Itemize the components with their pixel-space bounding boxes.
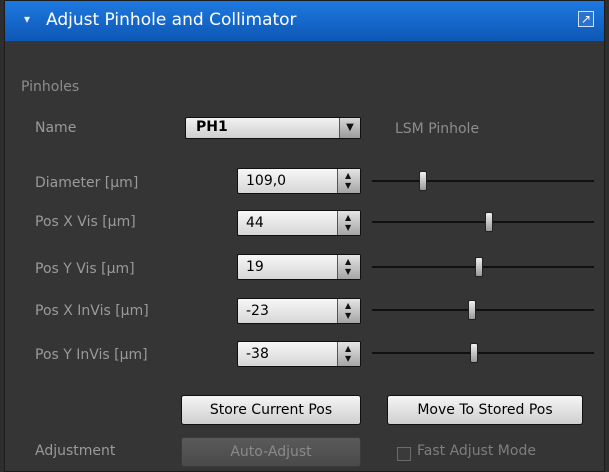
pos-y-invis-value: -38 [246, 346, 269, 362]
spin-down-icon[interactable]: ▼ [345, 268, 351, 276]
adjust-pinhole-panel: ▾ Adjust Pinhole and Collimator ↗ Pinhol… [4, 0, 605, 472]
section-title-pinholes: Pinholes [21, 79, 80, 95]
slider-track [372, 309, 594, 311]
pos-x-vis-label: Pos X Vis [µm] [35, 214, 136, 230]
diameter-label: Diameter [µm] [35, 175, 139, 191]
pos-x-invis-value: -23 [246, 303, 269, 319]
slider-thumb[interactable] [470, 343, 478, 363]
pinhole-select-value: PH1 [196, 119, 228, 135]
fast-adjust-checkbox[interactable] [397, 447, 411, 461]
panel-title: Adjust Pinhole and Collimator [46, 10, 297, 30]
spin-down-icon[interactable]: ▼ [345, 355, 351, 363]
spin-up-icon[interactable]: ▲ [345, 345, 351, 353]
slider-thumb[interactable] [485, 212, 493, 232]
pinhole-select[interactable]: PH1 ▼ [185, 117, 361, 139]
spin-down-icon[interactable]: ▼ [345, 224, 351, 232]
slider-track [372, 266, 594, 268]
pos-y-invis-spinbox[interactable]: -38 ▲ ▼ [237, 341, 361, 367]
diameter-slider[interactable] [372, 171, 594, 191]
pos-x-vis-value: 44 [246, 215, 264, 231]
spin-up-icon[interactable]: ▲ [345, 302, 351, 310]
pos-y-vis-spinbox[interactable]: 19 ▲ ▼ [237, 254, 361, 280]
spin-up-icon[interactable]: ▲ [345, 258, 351, 266]
spin-down-icon[interactable]: ▼ [345, 182, 351, 190]
spin-down-icon[interactable]: ▼ [345, 312, 351, 320]
store-current-pos-button[interactable]: Store Current Pos [181, 395, 361, 425]
slider-track [372, 180, 594, 182]
pos-x-invis-label: Pos X InVis [µm] [35, 303, 149, 319]
slider-thumb[interactable] [468, 300, 476, 320]
pos-x-vis-slider[interactable] [372, 212, 594, 232]
spin-buttons[interactable]: ▲ ▼ [337, 211, 360, 235]
chevron-down-icon[interactable]: ▼ [339, 118, 360, 138]
pos-y-vis-value: 19 [246, 259, 264, 275]
slider-thumb[interactable] [475, 257, 483, 277]
fast-adjust-label: Fast Adjust Mode [417, 443, 536, 459]
slider-track [372, 352, 594, 354]
pos-x-invis-spinbox[interactable]: -23 ▲ ▼ [237, 298, 361, 324]
pos-y-invis-slider[interactable] [372, 343, 594, 363]
slider-track [372, 221, 594, 223]
pos-y-vis-slider[interactable] [372, 257, 594, 277]
spin-up-icon[interactable]: ▲ [345, 172, 351, 180]
panel-header[interactable]: ▾ Adjust Pinhole and Collimator ↗ [5, 1, 604, 42]
collapse-arrow-icon[interactable]: ▾ [24, 13, 34, 25]
spin-buttons[interactable]: ▲ ▼ [337, 299, 360, 323]
diameter-value: 109,0 [246, 173, 287, 189]
spin-buttons[interactable]: ▲ ▼ [337, 255, 360, 279]
adjustment-label: Adjustment [35, 443, 116, 459]
auto-adjust-button[interactable]: Auto-Adjust [181, 437, 361, 467]
pos-y-vis-label: Pos Y Vis [µm] [35, 261, 135, 277]
slider-thumb[interactable] [419, 171, 427, 191]
undock-icon[interactable]: ↗ [578, 11, 594, 27]
diameter-spinbox[interactable]: 109,0 ▲ ▼ [237, 168, 361, 194]
pos-y-invis-label: Pos Y InVis [µm] [35, 347, 148, 363]
pos-x-invis-slider[interactable] [372, 300, 594, 320]
move-to-stored-pos-button[interactable]: Move To Stored Pos [387, 395, 583, 425]
spin-buttons[interactable]: ▲ ▼ [337, 169, 360, 193]
name-label: Name [35, 120, 77, 136]
pinhole-type-label: LSM Pinhole [395, 121, 480, 137]
spin-buttons[interactable]: ▲ ▼ [337, 342, 360, 366]
spin-up-icon[interactable]: ▲ [345, 214, 351, 222]
pos-x-vis-spinbox[interactable]: 44 ▲ ▼ [237, 210, 361, 236]
